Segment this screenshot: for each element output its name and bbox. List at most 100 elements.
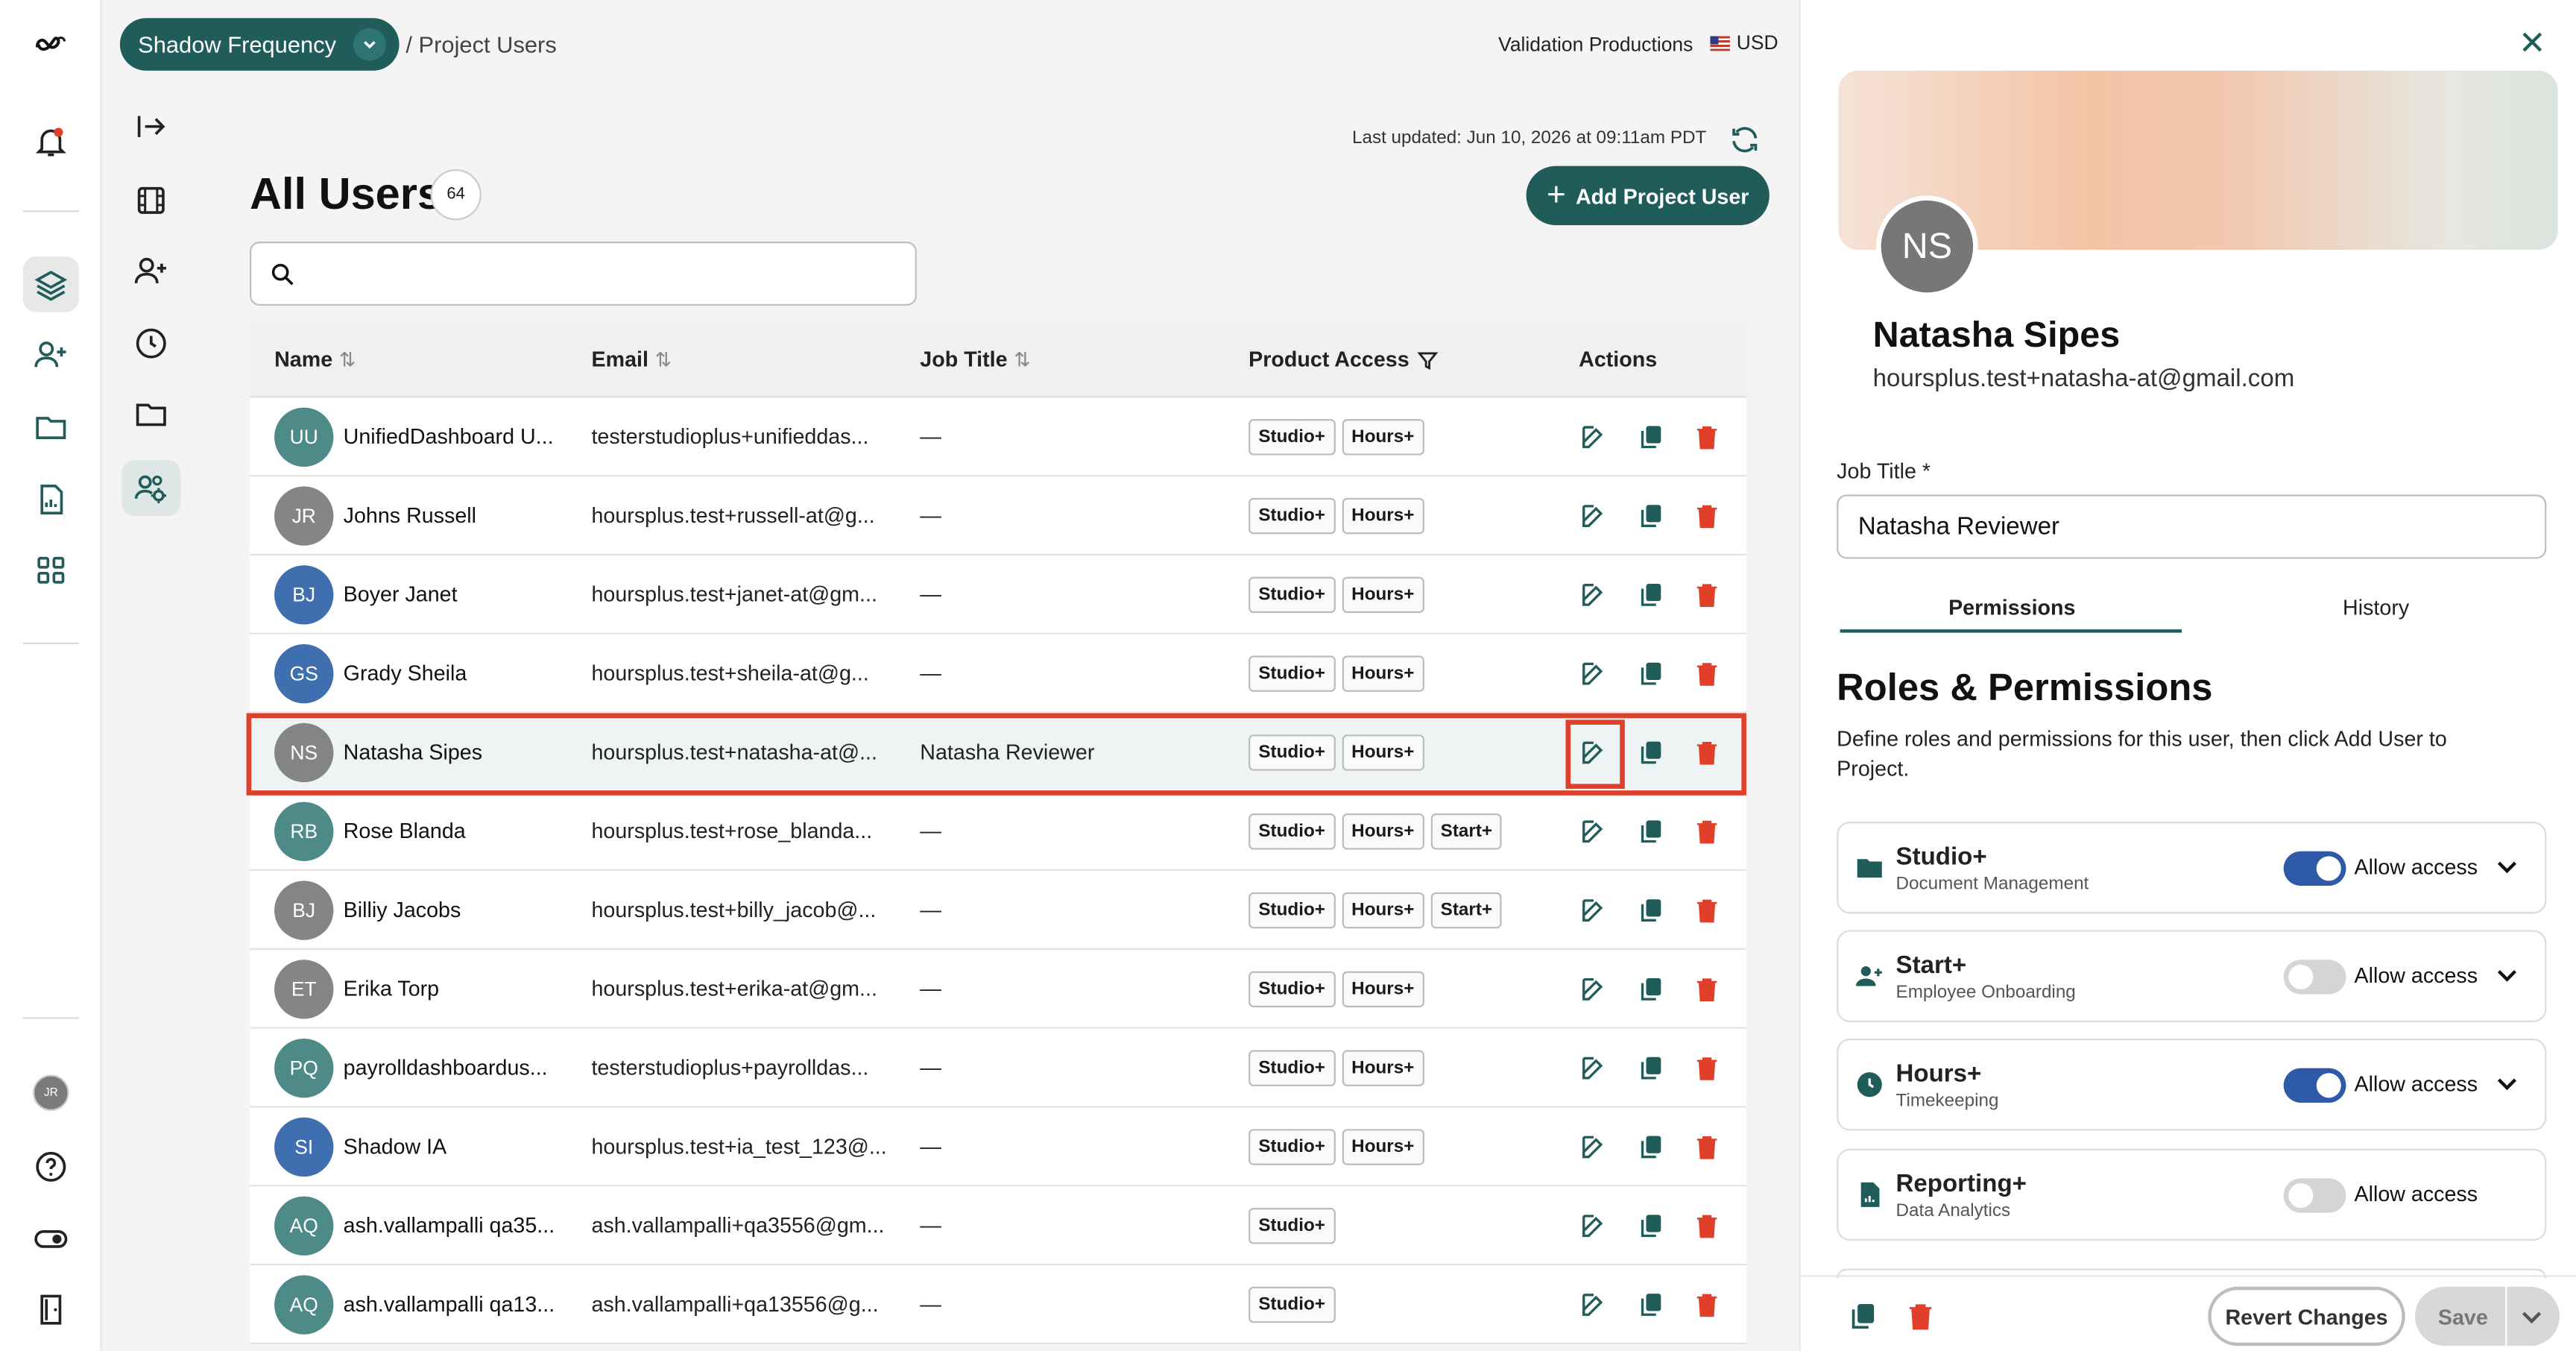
copy-icon[interactable] [1633,892,1669,928]
copy-icon[interactable] [1846,1300,1879,1332]
copy-icon[interactable] [1633,655,1669,691]
search-input[interactable] [250,242,917,306]
trash-icon[interactable] [1689,1287,1725,1323]
column-header-job-title[interactable]: Job Title ⇅ [920,347,1030,371]
job-title-field[interactable]: Natasha Reviewer [1837,494,2547,559]
table-row[interactable]: AQ ash.vallampalli qa13... ash.vallampalli… [250,1265,1746,1344]
add-person-icon[interactable] [121,243,180,299]
table-row[interactable]: JR Johns Russell hoursplus.test+russell-at… [250,476,1746,555]
table-row[interactable]: NS Natasha Sipes hoursplus.test+natasha-at… [250,713,1746,793]
user-name-cell[interactable]: Rose Blanda [344,819,570,843]
notification-bell-icon[interactable] [23,113,79,169]
copy-icon[interactable] [1633,577,1669,613]
allow-access-toggle[interactable] [2283,851,2346,887]
collapse-sidebar-icon[interactable] [121,98,180,154]
copy-icon[interactable] [1633,1129,1669,1165]
trash-icon[interactable] [1689,655,1725,691]
clock-icon[interactable] [121,315,180,371]
edit-icon[interactable] [1576,892,1611,928]
table-row[interactable]: SI Shadow IA hoursplus.test+ia_test_123@..… [250,1108,1746,1187]
copy-icon[interactable] [1633,1287,1669,1323]
chevron-down-icon[interactable] [2493,1068,2522,1098]
chevron-down-icon[interactable] [2517,1302,2547,1332]
currency-selector[interactable]: USD [1710,31,1778,54]
table-row[interactable]: BJ Boyer Janet hoursplus.test+janet-at@gm.… [250,555,1746,634]
trash-icon[interactable] [1689,419,1725,455]
table-row[interactable]: ET Erika Torp hoursplus.test+erika-at@gm..… [250,950,1746,1029]
user-name-cell[interactable]: UnifiedDashboard U... [344,424,570,449]
edit-icon[interactable] [1576,498,1611,534]
revert-changes-button[interactable]: Revert Changes [2208,1286,2405,1347]
copy-icon[interactable] [1633,498,1669,534]
column-header-name[interactable]: Name ⇅ [274,347,356,371]
user-name-cell[interactable]: Billiy Jacobs [344,897,570,922]
trash-icon[interactable] [1689,971,1725,1007]
project-selector[interactable]: Shadow Frequency [119,18,399,71]
user-name-cell[interactable]: Boyer Janet [344,582,570,606]
copy-icon[interactable] [1633,1208,1669,1244]
theme-toggle-icon[interactable] [23,1211,79,1267]
copy-icon[interactable] [1633,734,1669,770]
logout-door-icon[interactable] [23,1282,79,1338]
tab-permissions[interactable]: Permissions [1948,595,2075,620]
table-row[interactable]: AQ ash.vallampalli qa35... ash.vallampalli… [250,1186,1746,1266]
filter-icon[interactable] [1415,347,1439,371]
edit-icon[interactable] [1576,1129,1611,1165]
folder-icon[interactable] [23,400,79,456]
table-row[interactable]: BJ Billiy Jacobs hoursplus.test+billy_jaco… [250,871,1746,950]
allow-access-toggle[interactable] [2283,1178,2346,1213]
copy-icon[interactable] [1633,1050,1669,1086]
trash-icon[interactable] [1689,734,1725,770]
copy-icon[interactable] [1633,813,1669,849]
chevron-down-icon[interactable] [2493,960,2522,989]
company-name[interactable]: Validation Productions [1498,33,1693,56]
edit-icon[interactable] [1576,1208,1611,1244]
table-row[interactable]: RB Rose Blanda hoursplus.test+rose_blanda.… [250,792,1746,872]
add-user-icon[interactable] [23,327,79,383]
tab-history[interactable]: History [2343,595,2409,620]
help-icon[interactable] [23,1139,79,1194]
edit-icon[interactable] [1576,1050,1611,1086]
copy-icon[interactable] [1633,971,1669,1007]
user-name-cell[interactable]: Natasha Sipes [344,740,570,764]
allow-access-toggle[interactable] [2283,960,2346,995]
logo-icon[interactable] [23,16,79,72]
user-name-cell[interactable]: payrolldashboardus... [344,1055,570,1080]
user-name-cell[interactable]: Shadow IA [344,1134,570,1159]
close-icon[interactable]: ✕ [2519,23,2546,64]
edit-icon[interactable] [1576,971,1611,1007]
user-avatar[interactable]: JR [23,1065,79,1121]
trash-icon[interactable] [1689,577,1725,613]
table-row[interactable]: UU UnifiedDashboard U... testerstudioplus+… [250,397,1746,477]
user-name-cell[interactable]: Grady Sheila [344,661,570,685]
edit-icon[interactable] [1576,577,1611,613]
column-header-product-access[interactable]: Product Access [1248,347,1439,371]
edit-icon[interactable] [1576,655,1611,691]
trash-icon[interactable] [1689,1129,1725,1165]
table-row[interactable]: GS Grady Sheila hoursplus.test+sheila-at@g… [250,634,1746,714]
apps-grid-icon[interactable] [23,542,79,598]
chevron-down-icon[interactable] [2493,851,2522,881]
trash-icon[interactable] [1689,892,1725,928]
trash-icon[interactable] [1689,1208,1725,1244]
table-row[interactable]: PQ payrolldashboardus... testerstudioplus+… [250,1029,1746,1108]
trash-icon[interactable] [1904,1300,1937,1332]
add-project-user-button[interactable]: + Add Project User [1526,166,1770,225]
refresh-icon[interactable] [1729,123,1761,156]
user-name-cell[interactable]: ash.vallampalli qa13... [344,1291,570,1316]
report-icon[interactable] [23,472,79,528]
trash-icon[interactable] [1689,1050,1725,1086]
save-button[interactable]: Save [2415,1286,2560,1347]
edit-icon[interactable] [1576,813,1611,849]
trash-icon[interactable] [1689,813,1725,849]
edit-icon[interactable] [1576,1287,1611,1323]
trash-icon[interactable] [1689,498,1725,534]
user-name-cell[interactable]: Johns Russell [344,503,570,527]
edit-icon[interactable] [1576,419,1611,455]
allow-access-toggle[interactable] [2283,1068,2346,1103]
user-name-cell[interactable]: Erika Torp [344,976,570,1001]
film-icon[interactable] [121,172,180,228]
layers-icon[interactable] [22,256,79,312]
user-name-cell[interactable]: ash.vallampalli qa35... [344,1213,570,1238]
copy-icon[interactable] [1633,419,1669,455]
